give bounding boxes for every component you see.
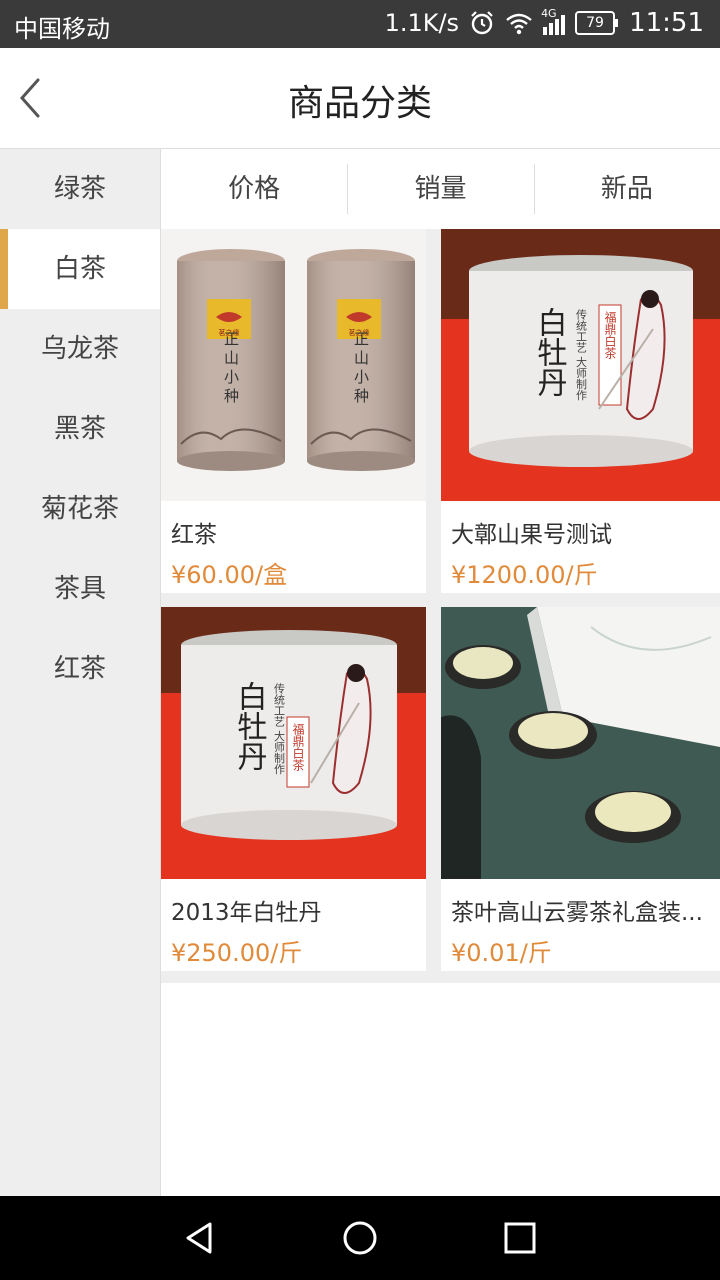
- tin-tag: 福鼎白茶: [603, 310, 617, 359]
- product-price: ¥0.01/斤: [451, 939, 552, 967]
- status-icons: 1.1K/s 4G 79 11:51: [384, 7, 704, 38]
- tin-label: 白牡丹: [532, 307, 568, 397]
- category-item-black-tea[interactable]: 红茶: [0, 629, 160, 709]
- product-grid: 茗之缘 正山小种 茗之缘 正山小种 红茶 ¥60.00/盒 白牡丹 传统工艺 大…: [161, 229, 720, 983]
- network-speed: 1.1K/s: [384, 9, 460, 37]
- app-header: 商品分类: [0, 48, 720, 149]
- signal-icon: 4G: [541, 7, 566, 35]
- product-card[interactable]: 茗之缘 正山小种 茗之缘 正山小种 红茶 ¥60.00/盒: [161, 229, 426, 593]
- product-area: 价格 销量 新品 茗之缘 正山小种 茗之缘 正山小种 红茶 ¥60.00/盒 白…: [161, 149, 720, 1196]
- sort-bar: 价格 销量 新品: [161, 149, 720, 230]
- tin-tag: 福鼎白茶: [291, 722, 305, 771]
- sort-tab-price[interactable]: 价格: [161, 149, 347, 229]
- home-circle-icon[interactable]: [340, 1218, 380, 1258]
- page-title: 商品分类: [287, 83, 432, 124]
- clock: 11:51: [629, 8, 704, 38]
- category-item-oolong[interactable]: 乌龙茶: [0, 309, 160, 389]
- sort-tab-sales[interactable]: 销量: [347, 149, 533, 229]
- product-card[interactable]: 茶叶高山云雾茶礼盒装... ¥0.01/斤: [441, 607, 720, 971]
- status-bar: 中国移动 1.1K/s 4G 79 11:51: [0, 0, 720, 48]
- category-sidebar: 绿茶 白茶 乌龙茶 黑茶 菊花茶 茶具 红茶: [0, 149, 161, 1196]
- recents-square-icon[interactable]: [500, 1218, 540, 1258]
- network-type: 4G: [541, 7, 557, 20]
- category-item-dark-tea[interactable]: 黑茶: [0, 389, 160, 469]
- back-triangle-icon[interactable]: [180, 1218, 220, 1258]
- wifi-icon: [506, 13, 532, 35]
- category-item-white-tea[interactable]: 白茶: [0, 229, 160, 309]
- product-price: ¥1200.00/斤: [451, 561, 598, 589]
- product-card[interactable]: 白牡丹 传统工艺 大师制作 福鼎白茶 2013年白牡丹 ¥250.00/斤: [161, 607, 426, 971]
- product-name: 茶叶高山云雾茶礼盒装...: [451, 900, 703, 926]
- product-price: ¥60.00/盒: [171, 561, 288, 589]
- sort-tab-new[interactable]: 新品: [533, 149, 720, 229]
- tin-label: 正山小种: [352, 331, 370, 407]
- tea-tin-pair-image: 茗之缘 正山小种 茗之缘 正山小种: [161, 229, 426, 501]
- tin-subtitle: 传统工艺 大师制作: [273, 683, 286, 775]
- tin-label: 白牡丹: [232, 681, 268, 771]
- product-name: 红茶: [171, 522, 217, 548]
- system-nav-bar: [0, 1196, 720, 1280]
- product-name: 大鄣山果号测试: [451, 522, 612, 548]
- white-peony-tin-image: 白牡丹 传统工艺 大师制作 福鼎白茶: [441, 229, 720, 501]
- product-price: ¥250.00/斤: [171, 939, 303, 967]
- category-item-chrysanthemum[interactable]: 菊花茶: [0, 469, 160, 549]
- tin-label: 正山小种: [222, 331, 240, 407]
- category-item-teaware[interactable]: 茶具: [0, 549, 160, 629]
- tea-cups-gift-box-image: [441, 607, 720, 879]
- alarm-icon: [471, 11, 493, 35]
- product-name: 2013年白牡丹: [171, 900, 322, 926]
- battery-icon: 79: [575, 11, 619, 35]
- carrier-label: 中国移动: [14, 15, 110, 43]
- white-peony-tin-image: 白牡丹 传统工艺 大师制作 福鼎白茶: [161, 607, 426, 879]
- category-item-green-tea[interactable]: 绿茶: [0, 149, 160, 229]
- tin-subtitle: 传统工艺 大师制作: [575, 309, 588, 401]
- product-card[interactable]: 白牡丹 传统工艺 大师制作 福鼎白茶 大鄣山果号测试 ¥1200.00/斤: [441, 229, 720, 593]
